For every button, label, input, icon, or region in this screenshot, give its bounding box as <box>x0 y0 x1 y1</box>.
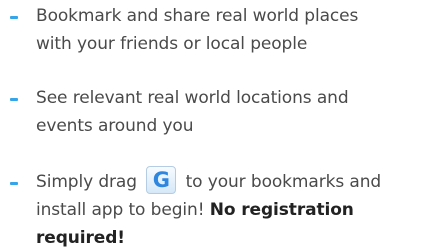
feature-text-line: Bookmark and share real world places <box>36 6 359 26</box>
feature-text-line: with your friends or local people <box>36 34 308 54</box>
bullet-dash-icon <box>10 16 18 19</box>
drag-instruction-text: to your bookmarks and <box>185 172 382 192</box>
g-bookmarklet-icon[interactable]: G <box>146 165 177 194</box>
bullet-dash-icon <box>10 182 18 185</box>
install-text: install app to begin! <box>36 200 205 220</box>
required-text: required! <box>36 228 125 248</box>
drag-instruction-text: Simply drag <box>36 172 137 192</box>
feature-text-line: See relevant real world locations and <box>36 88 349 108</box>
feature-item-drag-to-install: Simply drag G to your bookmarks and inst… <box>0 165 433 252</box>
feature-text-line: install app to begin! No registration <box>36 196 425 224</box>
no-registration-text: No registration <box>209 200 354 220</box>
feature-text-line: events around you <box>36 116 194 136</box>
features-list: Bookmark and share real world places wit… <box>0 0 433 251</box>
feature-item-bookmark-share: Bookmark and share real world places wit… <box>0 2 433 58</box>
feature-item-nearby-events: See relevant real world locations and ev… <box>0 84 433 140</box>
feature-text-line: Simply drag G to your bookmarks and <box>36 165 425 196</box>
bullet-dash-icon <box>10 98 18 101</box>
